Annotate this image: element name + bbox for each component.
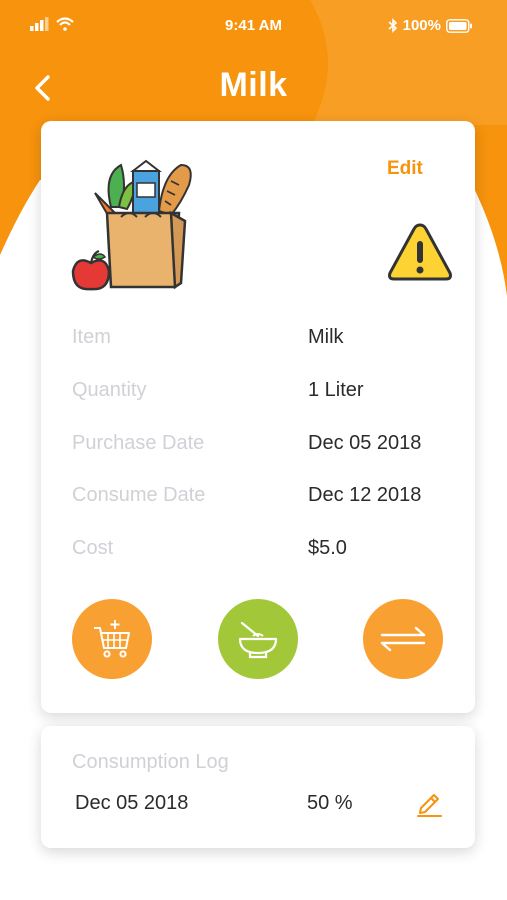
info-row-consume-date: Consume Date Dec 12 2018 <box>72 484 452 514</box>
info-row-quantity: Quantity 1 Liter <box>72 379 452 409</box>
info-value: Dec 12 2018 <box>308 484 422 506</box>
info-label: Purchase Date <box>72 432 205 454</box>
battery-icon <box>446 18 472 33</box>
warning-icon <box>388 223 452 281</box>
consume-button[interactable] <box>218 599 298 679</box>
log-entry-date: Dec 05 2018 <box>75 792 189 814</box>
grocery-bag-illustration <box>71 159 192 291</box>
transfer-icon <box>380 626 426 652</box>
info-row-purchase-date: Purchase Date Dec 05 2018 <box>72 432 452 462</box>
info-row-item: Item Milk <box>72 326 452 356</box>
bowl-icon <box>238 621 278 659</box>
info-value: Dec 05 2018 <box>308 432 422 454</box>
consumption-log-card: Consumption Log Dec 05 2018 50 % <box>41 726 475 848</box>
log-entry-percent: 50 % <box>307 792 353 814</box>
info-value: Milk <box>308 326 344 348</box>
log-entry: Dec 05 2018 50 % <box>75 792 455 822</box>
status-bar: 9:41 AM 100% <box>0 0 507 52</box>
log-title: Consumption Log <box>72 751 229 773</box>
bluetooth-icon <box>388 18 397 33</box>
info-value: $5.0 <box>308 537 347 559</box>
pencil-icon[interactable] <box>415 788 443 818</box>
edit-button[interactable]: Edit <box>387 158 423 180</box>
transfer-button[interactable] <box>363 599 443 679</box>
navigation-bar: Milk <box>0 60 507 116</box>
item-detail-card: Edit Item Milk Quantity 1 Liter Purchase… <box>41 121 475 713</box>
info-row-cost: Cost $5.0 <box>72 537 452 567</box>
add-to-cart-button[interactable] <box>72 599 152 679</box>
page-title: Milk <box>219 66 288 104</box>
status-right: 100% <box>388 17 473 34</box>
info-label: Consume Date <box>72 484 206 506</box>
battery-percent: 100% <box>402 17 441 34</box>
info-value: 1 Liter <box>308 379 364 401</box>
info-label: Item <box>72 326 111 348</box>
add-to-cart-icon <box>94 620 130 658</box>
info-label: Quantity <box>72 379 147 401</box>
info-label: Cost <box>72 537 114 559</box>
